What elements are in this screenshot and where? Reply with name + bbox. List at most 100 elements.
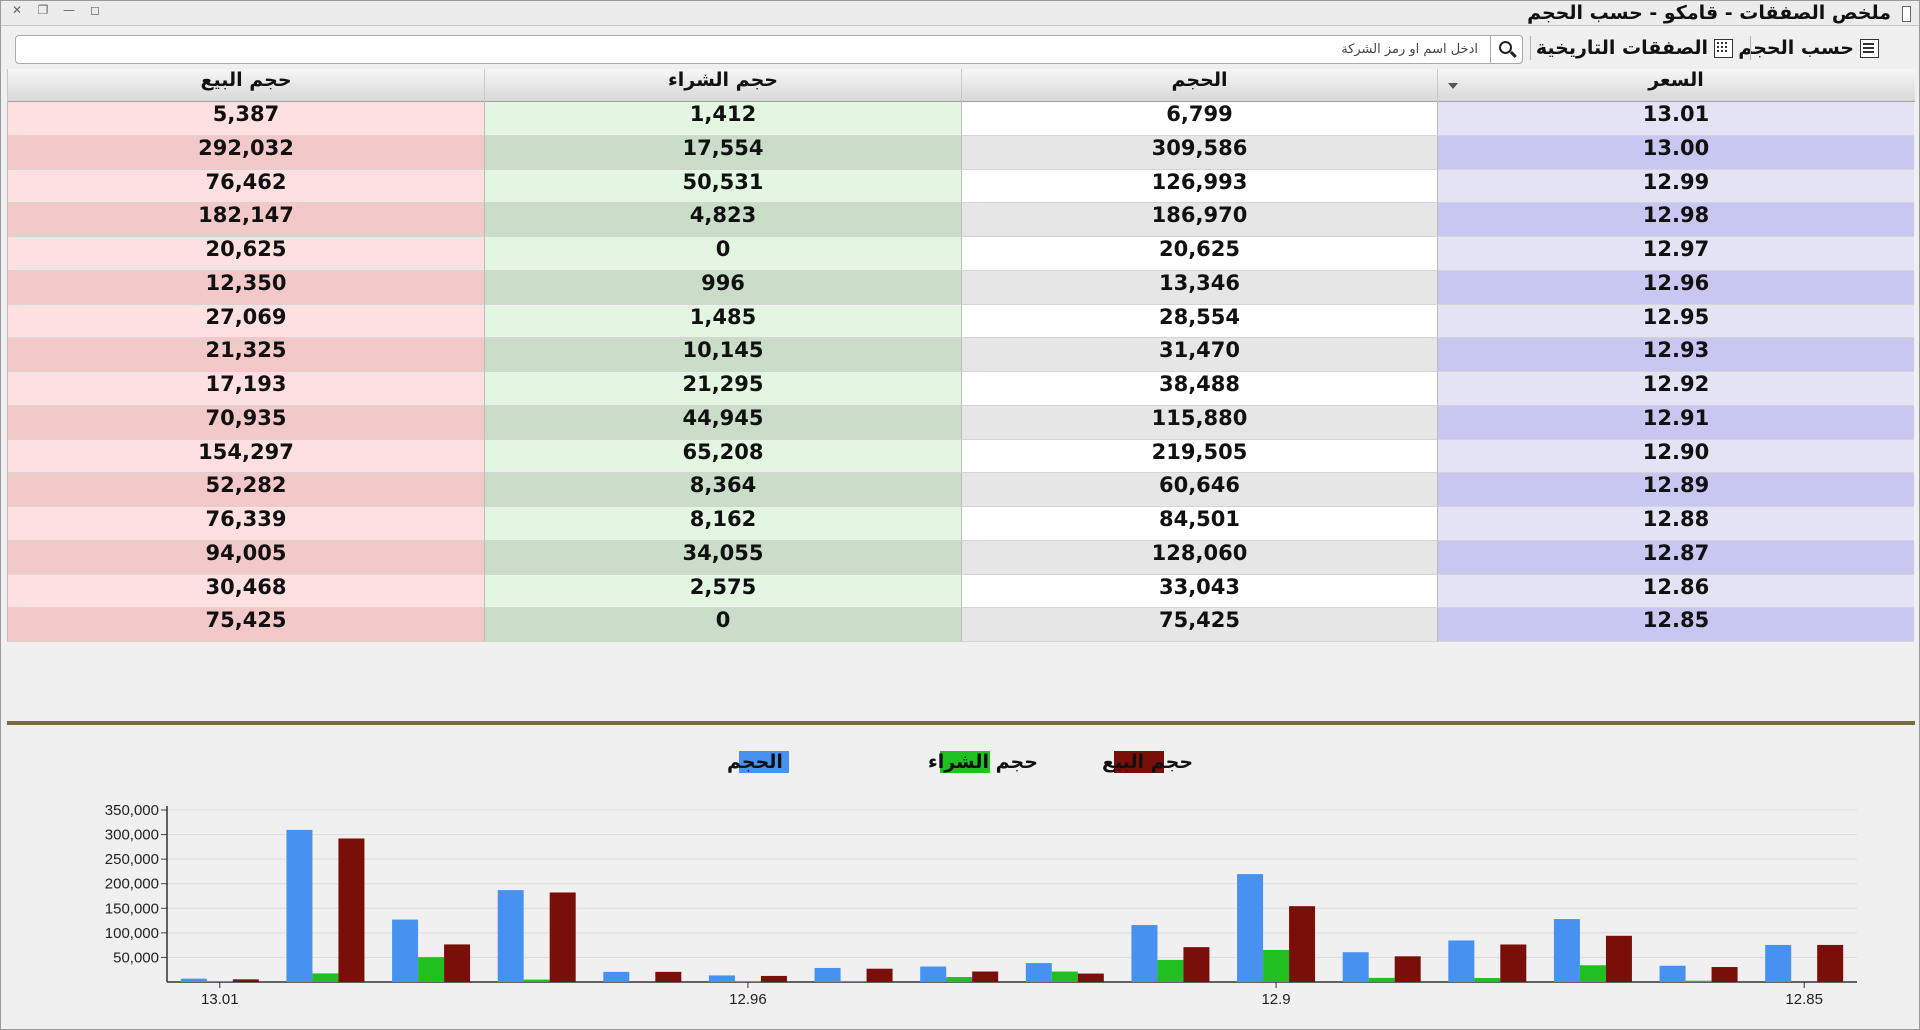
price-cell: 12.91 — [1437, 405, 1914, 440]
buy-volume-cell: 1,412 — [484, 102, 961, 136]
buy-volume-cell: 4,823 — [484, 203, 961, 237]
bar-0-2 — [392, 919, 419, 982]
bar-1-12 — [1474, 977, 1501, 982]
restore-icon[interactable]: ❐ — [35, 3, 51, 19]
by-volume-label: حسب الحجم — [1738, 37, 1854, 59]
bar-0-1 — [286, 829, 313, 982]
sell-volume-cell: 30,468 — [7, 574, 484, 609]
table-row[interactable]: 154,297 65,208 219,505 12.90 — [7, 439, 1915, 474]
toolbar-separator — [1530, 36, 1531, 60]
table-row[interactable]: 12,350 996 13,346 12.96 — [7, 270, 1915, 305]
column-header-volume[interactable]: الحجم — [961, 69, 1437, 102]
bar-0-8 — [1025, 963, 1052, 982]
table-row[interactable]: 20,625 0 20,625 12.97 — [7, 237, 1915, 271]
sell-volume-cell: 292,032 — [7, 135, 484, 170]
table-row[interactable]: 52,282 8,364 60,646 12.89 — [7, 473, 1915, 507]
bar-2-8 — [1077, 973, 1104, 982]
table-row[interactable]: 17,193 21,295 38,488 12.92 — [7, 372, 1915, 406]
buy-volume-cell: 21,295 — [484, 372, 961, 406]
sell-volume-cell: 17,193 — [7, 372, 484, 406]
historical-trades-button[interactable]: الصفقات التاريخية — [1536, 34, 1733, 62]
table-row[interactable]: 30,468 2,575 33,043 12.86 — [7, 574, 1915, 609]
close-icon[interactable]: ✕ — [9, 3, 25, 19]
y-tick-label: 150,000 — [105, 900, 159, 917]
table-row[interactable]: 75,425 0 75,425 12.85 — [7, 608, 1915, 642]
search-button[interactable] — [1490, 36, 1522, 63]
x-tick-label: 13.01 — [201, 991, 239, 1008]
sell-volume-cell: 70,935 — [7, 405, 484, 440]
by-volume-button[interactable]: حسب الحجم — [1738, 34, 1879, 62]
price-cell: 12.88 — [1437, 507, 1914, 541]
volume-cell: 28,554 — [961, 304, 1437, 339]
bar-2-15 — [1817, 944, 1844, 982]
bar-0-14 — [1659, 965, 1686, 982]
bar-2-0 — [232, 979, 259, 982]
table-row[interactable]: 5,387 1,412 6,799 13.01 — [7, 102, 1915, 136]
volume-cell: 219,505 — [961, 439, 1437, 474]
bar-2-14 — [1711, 967, 1738, 982]
bar-2-3 — [549, 892, 576, 982]
toolbar-separator — [1750, 36, 1751, 60]
table-row[interactable]: 27,069 1,485 28,554 12.95 — [7, 304, 1915, 339]
grid-body: 5,387 1,412 6,799 13.01 292,032 17,554 309,586… — [7, 102, 1915, 642]
table-row[interactable]: 182,147 4,823 186,970 12.98 — [7, 203, 1915, 237]
x-tick-label: 12.9 — [1261, 991, 1290, 1008]
bar-2-4 — [655, 971, 682, 982]
price-cell: 13.00 — [1437, 135, 1914, 170]
sell-volume-cell: 21,325 — [7, 338, 484, 372]
y-tick-label: 50,000 — [113, 949, 159, 966]
minimize-icon[interactable]: — — [61, 3, 77, 19]
bar-0-11 — [1342, 952, 1369, 982]
column-header-sell-volume[interactable]: حجم البيع — [7, 69, 484, 102]
table-row[interactable]: 70,935 44,945 115,880 12.91 — [7, 405, 1915, 440]
bar-0-3 — [497, 890, 524, 982]
volume-cell: 33,043 — [961, 574, 1437, 609]
buy-volume-cell: 10,145 — [484, 338, 961, 372]
sell-volume-cell: 5,387 — [7, 102, 484, 136]
title-bar[interactable]: ✕ ❐ — ◻ ملخص الصفقات - قامكو - حسب الحجم — [1, 1, 1919, 26]
sell-volume-cell: 182,147 — [7, 203, 484, 237]
bar-0-6 — [814, 967, 841, 982]
bar-1-2 — [418, 957, 445, 982]
sell-volume-cell: 76,339 — [7, 507, 484, 541]
buy-volume-cell: 8,364 — [484, 473, 961, 507]
y-tick-label: 300,000 — [105, 827, 159, 844]
column-header-price-label: السعر — [1648, 69, 1704, 91]
bar-1-10 — [1263, 949, 1290, 982]
bar-0-13 — [1553, 919, 1580, 982]
trade-summary-window: ✕ ❐ — ◻ ملخص الصفقات - قامكو - حسب الحجم… — [0, 0, 1920, 1030]
buy-volume-cell: 996 — [484, 270, 961, 305]
bar-2-5 — [760, 975, 787, 982]
sell-volume-cell: 12,350 — [7, 270, 484, 305]
bar-0-9 — [1131, 925, 1158, 982]
table-row[interactable]: 76,339 8,162 84,501 12.88 — [7, 507, 1915, 541]
bar-0-10 — [1237, 874, 1264, 982]
company-search — [15, 35, 1523, 64]
table-row[interactable]: 21,325 10,145 31,470 12.93 — [7, 338, 1915, 372]
bar-2-7 — [972, 971, 999, 982]
table-row[interactable]: 94,005 34,055 128,060 12.87 — [7, 540, 1915, 575]
table-row[interactable]: 76,462 50,531 126,993 12.99 — [7, 169, 1915, 204]
volume-cell: 115,880 — [961, 405, 1437, 440]
panel-splitter[interactable] — [7, 721, 1915, 725]
toolbar: حسب الحجم الصفقات التاريخية — [1, 30, 1919, 66]
grid-header: حجم البيع حجم الشراء الحجم السعر — [7, 69, 1915, 102]
bar-2-2 — [444, 944, 471, 982]
bar-2-10 — [1289, 906, 1316, 982]
column-header-buy-volume[interactable]: حجم الشراء — [484, 69, 961, 102]
price-cell: 12.93 — [1437, 338, 1914, 372]
table-row[interactable]: 292,032 17,554 309,586 13.00 — [7, 135, 1915, 170]
x-tick-label: 12.96 — [729, 991, 767, 1008]
volume-cell: 31,470 — [961, 338, 1437, 372]
bar-1-13 — [1579, 965, 1606, 982]
column-header-price[interactable]: السعر — [1437, 69, 1914, 102]
bar-1-6 — [840, 981, 867, 982]
legend-label: الحجم — [727, 751, 783, 773]
bar-0-5 — [708, 975, 735, 982]
bar-1-9 — [1157, 959, 1184, 982]
sell-volume-cell: 94,005 — [7, 540, 484, 575]
window-title: ملخص الصفقات - قامكو - حسب الحجم — [1527, 2, 1891, 24]
maximize-icon[interactable]: ◻ — [87, 3, 103, 19]
search-input[interactable] — [16, 36, 1486, 63]
bar-2-9 — [1183, 947, 1210, 982]
